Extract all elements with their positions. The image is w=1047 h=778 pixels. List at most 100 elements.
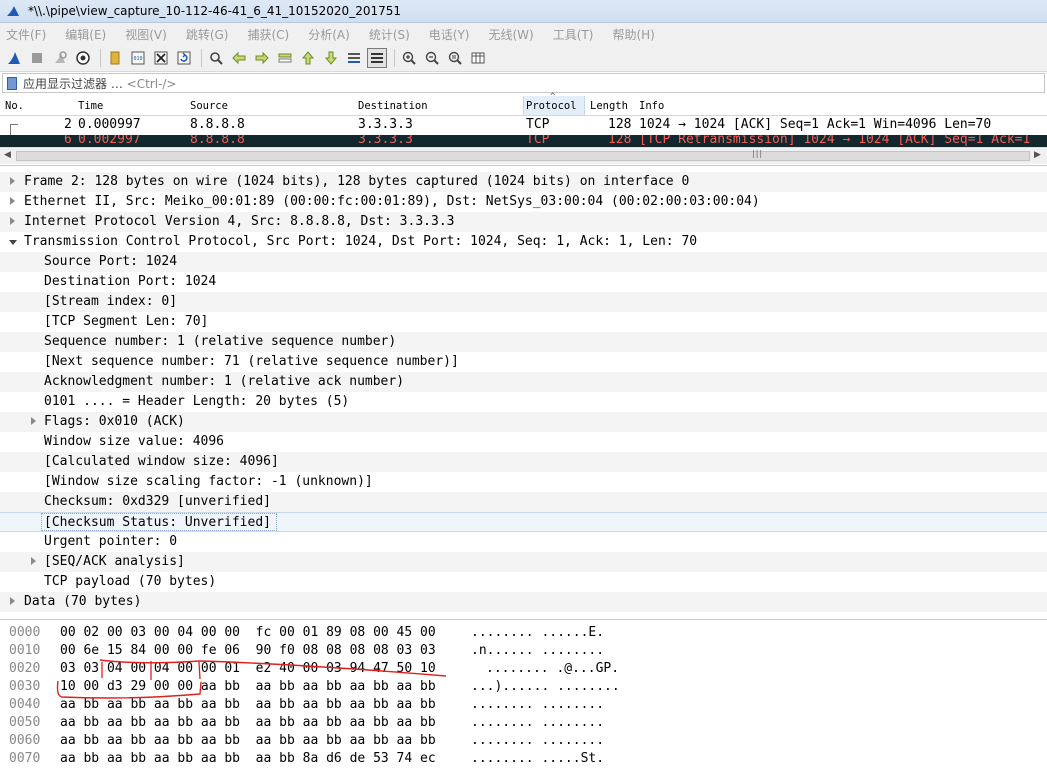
tree-item-next-sequence[interactable]: [Next sequence number: 71 (relative sequ… [0,352,1047,372]
tree-item-window-scaling[interactable]: [Window size scaling factor: -1 (unknown… [0,472,1047,492]
menu-telephony[interactable]: 电话(Y) [427,26,472,43]
menu-go[interactable]: 跳转(G) [184,26,231,43]
tree-item-frame[interactable]: Frame 2: 128 bytes on wire (1024 bits), … [0,172,1047,192]
column-header-length[interactable]: Length [590,100,628,112]
packet-row[interactable]: 2 0.000997 8.8.8.8 3.3.3.3 TCP 128 1024 … [0,116,1047,135]
bytes-row[interactable]: 0020 03 03 04 00 04 00 00 01 e2 40 00 03… [0,660,1047,678]
autoscroll-button[interactable] [344,48,364,68]
menu-file[interactable]: 文件(F) [4,26,48,43]
scroll-left-icon[interactable]: ◀ [4,150,11,160]
display-filter-bar[interactable]: 应用显示过滤器 … <Ctrl-/> [2,73,1045,93]
tree-item-segment-len[interactable]: [TCP Segment Len: 70] [0,312,1047,332]
bytes-hex[interactable]: aa bb aa bb aa bb aa bb aa bb aa bb aa b… [60,733,436,748]
bytes-ascii[interactable]: ........ .....St. [471,751,604,766]
expand-arrow-icon[interactable] [10,177,15,185]
column-header-no[interactable]: No. [5,100,24,112]
display-filter-input[interactable]: 应用显示过滤器 … <Ctrl-/> [23,75,177,92]
tree-item-ethernet[interactable]: Ethernet II, Src: Meiko_00:01:89 (00:00:… [0,192,1047,212]
bytes-ascii[interactable]: ........ ........ [471,697,604,712]
bytes-hex[interactable]: 00 6e 15 84 00 00 fe 06 90 f0 08 08 08 0… [60,643,436,658]
menu-tools[interactable]: 工具(T) [551,26,596,43]
tree-item-checksum-status[interactable]: [Checksum Status: Unverified] [0,512,1047,532]
tree-item-seq-ack-analysis[interactable]: [SEQ/ACK analysis] [0,552,1047,572]
menu-help[interactable]: 帮助(H) [610,26,656,43]
zoom-normal-button[interactable] [445,48,465,68]
column-header-destination[interactable]: Destination [358,100,428,112]
tree-item-ipv4[interactable]: Internet Protocol Version 4, Src: 8.8.8.… [0,212,1047,232]
expand-arrow-icon[interactable] [31,417,36,425]
expand-arrow-icon[interactable] [10,197,15,205]
bytes-hex[interactable]: aa bb aa bb aa bb aa bb aa bb aa bb aa b… [60,697,436,712]
bytes-row[interactable]: 0010 00 6e 15 84 00 00 fe 06 90 f0 08 08… [0,642,1047,660]
column-header-source[interactable]: Source [190,100,228,112]
collapse-arrow-icon[interactable] [9,240,17,245]
tree-item-urgent-pointer[interactable]: Urgent pointer: 0 [0,532,1047,552]
bytes-row[interactable]: 0070 aa bb aa bb aa bb aa bb aa bb 8a d6… [0,750,1047,768]
menu-view[interactable]: 视图(V) [123,26,169,43]
tree-item-header-length[interactable]: 0101 .... = Header Length: 20 bytes (5) [0,392,1047,412]
menu-edit[interactable]: 编辑(E) [63,26,108,43]
scrollbar-thumb[interactable] [16,151,1030,161]
bytes-hex[interactable]: 10 00 d3 29 00 00 aa bb aa bb aa bb aa b… [60,679,436,694]
open-file-button[interactable] [105,48,125,68]
tree-item-source-port[interactable]: Source Port: 1024 [0,252,1047,272]
tree-item-tcp[interactable]: Transmission Control Protocol, Src Port:… [0,232,1047,252]
zoom-in-button[interactable] [399,48,419,68]
bytes-row[interactable]: 0030 10 00 d3 29 00 00 aa bb aa bb aa bb… [0,678,1047,696]
go-forward-button[interactable] [252,48,272,68]
tree-item-tcp-payload[interactable]: TCP payload (70 bytes) [0,572,1047,592]
tree-item-flags[interactable]: Flags: 0x010 (ACK) [0,412,1047,432]
bytes-ascii[interactable]: ........ ........ [471,715,604,730]
bytes-ascii[interactable]: .n...... ........ [471,643,604,658]
menu-capture[interactable]: 捕获(C) [245,26,291,43]
expand-arrow-icon[interactable] [10,217,15,225]
resize-columns-button[interactable] [468,48,488,68]
bytes-row[interactable]: 0040 aa bb aa bb aa bb aa bb aa bb aa bb… [0,696,1047,714]
bytes-ascii[interactable]: ........ ......E. [471,625,604,640]
capture-options-button[interactable] [73,48,93,68]
tree-item-stream-index[interactable]: [Stream index: 0] [0,292,1047,312]
tree-item-window-size[interactable]: Window size value: 4096 [0,432,1047,452]
tree-item-checksum[interactable]: Checksum: 0xd329 [unverified] [0,492,1047,512]
menu-analyze[interactable]: 分析(A) [306,26,352,43]
tree-item-data[interactable]: Data (70 bytes) [0,592,1047,612]
bytes-row[interactable]: 0000 00 02 00 03 00 04 00 00 fc 00 01 89… [0,624,1047,642]
tree-item-calculated-window[interactable]: [Calculated window size: 4096] [0,452,1047,472]
bytes-row[interactable]: 0050 aa bb aa bb aa bb aa bb aa bb aa bb… [0,714,1047,732]
colorize-button[interactable] [367,48,387,68]
column-header-protocol[interactable]: Protocol [523,92,585,115]
tree-item-sequence-number[interactable]: Sequence number: 1 (relative sequence nu… [0,332,1047,352]
menu-wireless[interactable]: 无线(W) [487,26,536,43]
bytes-hex[interactable]: aa bb aa bb aa bb aa bb aa bb aa bb aa b… [60,715,436,730]
stop-capture-button[interactable] [27,48,47,68]
go-to-packet-button[interactable] [275,48,295,68]
go-back-button[interactable] [229,48,249,68]
bytes-hex[interactable]: aa bb aa bb aa bb aa bb aa bb 8a d6 de 5… [60,751,436,766]
packet-row-selected[interactable]: 6 0.002997 8.8.8.8 3.3.3.3 TCP 128 [TCP … [0,135,1047,147]
column-header-info[interactable]: Info [639,100,664,112]
bytes-hex[interactable]: 03 03 04 00 04 00 00 01 e2 40 00 03 94 4… [60,661,436,676]
go-last-packet-button[interactable] [321,48,341,68]
bytes-ascii[interactable]: ........ .@...GP. [486,661,619,676]
expand-arrow-icon[interactable] [10,597,15,605]
go-first-packet-button[interactable] [298,48,318,68]
zoom-out-button[interactable] [422,48,442,68]
bytes-ascii[interactable]: ...)...... ........ [471,679,620,694]
tree-item-ack-number[interactable]: Acknowledgment number: 1 (relative ack n… [0,372,1047,392]
column-header-time[interactable]: Time [78,100,103,112]
tree-item-destination-port[interactable]: Destination Port: 1024 [0,272,1047,292]
start-capture-button[interactable] [4,48,24,68]
horizontal-scrollbar[interactable]: ◀ ||| ▶ [0,147,1047,164]
restart-capture-button[interactable] [50,48,70,68]
bookmark-icon[interactable] [7,76,17,90]
reload-file-button[interactable] [174,48,194,68]
save-file-button[interactable]: 010 [128,48,148,68]
close-file-button[interactable] [151,48,171,68]
expand-arrow-icon[interactable] [31,557,36,565]
bytes-ascii[interactable]: ........ ........ [471,733,604,748]
find-packet-button[interactable] [206,48,226,68]
scroll-right-icon[interactable]: ▶ [1034,150,1041,160]
bytes-hex[interactable]: 00 02 00 03 00 04 00 00 fc 00 01 89 08 0… [60,625,436,640]
bytes-row[interactable]: 0060 aa bb aa bb aa bb aa bb aa bb aa bb… [0,732,1047,750]
menu-statistics[interactable]: 统计(S) [367,26,412,43]
